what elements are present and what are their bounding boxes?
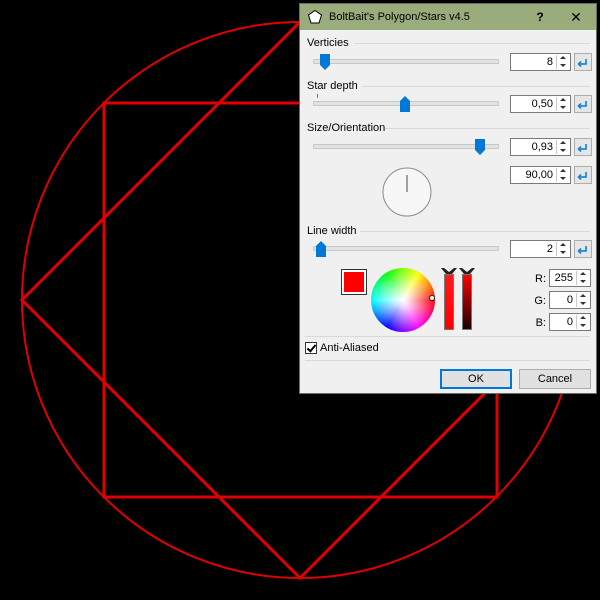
- blue-spinner[interactable]: [576, 315, 589, 329]
- line-width-value: 2: [546, 243, 553, 255]
- spin-up-icon[interactable]: [557, 168, 569, 175]
- saturation-bar[interactable]: [444, 274, 454, 330]
- star-depth-label: Star depth: [307, 80, 358, 92]
- line-width-label: Line width: [307, 225, 357, 237]
- anti-aliased-checkbox[interactable]: [305, 342, 317, 354]
- verticies-separator: [355, 43, 590, 44]
- red-input[interactable]: 255: [549, 269, 591, 287]
- spin-down-icon[interactable]: [557, 104, 569, 111]
- star-depth-input[interactable]: 0,50: [510, 95, 571, 113]
- primary-color-swatch[interactable]: [341, 269, 367, 295]
- blue-label: B:: [535, 317, 546, 329]
- size-slider-thumb[interactable]: [474, 139, 485, 155]
- help-button[interactable]: ?: [532, 7, 548, 27]
- verticies-label: Verticies: [307, 37, 349, 49]
- green-input[interactable]: 0: [549, 291, 591, 309]
- angle-value: 90,00: [525, 169, 553, 181]
- reset-arrow-icon: [577, 246, 587, 255]
- spin-up-icon[interactable]: [557, 97, 569, 104]
- line-width-spinner[interactable]: [556, 242, 569, 256]
- angle-spinner[interactable]: [556, 168, 569, 182]
- reset-arrow-icon: [577, 172, 587, 181]
- size-value: 0,93: [531, 141, 553, 153]
- ok-button[interactable]: OK: [440, 369, 512, 389]
- line-width-reset-button[interactable]: [574, 240, 592, 258]
- spin-down-icon[interactable]: [557, 62, 569, 69]
- size-reset-button[interactable]: [574, 138, 592, 156]
- angle-input[interactable]: 90,00: [510, 166, 571, 184]
- green-value: 0: [566, 294, 573, 306]
- reset-arrow-icon: [577, 59, 587, 68]
- spin-up-icon[interactable]: [577, 293, 589, 300]
- red-value: 255: [554, 272, 573, 284]
- polygon-stars-dialog: BoltBait's Polygon/Stars v4.5 ? ✕ Vertic…: [299, 3, 597, 394]
- spin-up-icon[interactable]: [557, 140, 569, 147]
- line-width-input[interactable]: 2: [510, 240, 571, 258]
- spin-down-icon[interactable]: [557, 147, 569, 154]
- verticies-value: 8: [546, 56, 553, 68]
- color-wheel-marker[interactable]: [429, 295, 435, 301]
- spin-down-icon[interactable]: [577, 278, 589, 285]
- size-spinner[interactable]: [556, 140, 569, 154]
- green-spinner[interactable]: [576, 293, 589, 307]
- spin-down-icon[interactable]: [557, 249, 569, 256]
- green-label: G:: [534, 295, 546, 307]
- spin-up-icon[interactable]: [557, 242, 569, 249]
- star-depth-value: 0,50: [531, 98, 553, 110]
- color-wheel[interactable]: [371, 268, 435, 332]
- size-orientation-separator: [385, 128, 590, 129]
- star-depth-tick: [317, 94, 318, 98]
- color-separator: [305, 336, 590, 337]
- size-slider-track[interactable]: [313, 144, 499, 149]
- anti-aliased-label[interactable]: Anti-Aliased: [320, 342, 379, 354]
- star-depth-separator: [362, 86, 590, 87]
- value-bar[interactable]: [462, 274, 472, 330]
- close-button[interactable]: ✕: [566, 7, 586, 27]
- spin-up-icon[interactable]: [557, 55, 569, 62]
- verticies-slider-track[interactable]: [313, 59, 499, 64]
- blue-input[interactable]: 0: [549, 313, 591, 331]
- angle-reset-button[interactable]: [574, 166, 592, 184]
- footer-separator: [305, 360, 590, 361]
- pentagon-icon: [307, 9, 323, 24]
- size-orientation-label: Size/Orientation: [307, 122, 386, 134]
- star-depth-spinner[interactable]: [556, 97, 569, 111]
- verticies-reset-button[interactable]: [574, 53, 592, 71]
- spin-down-icon[interactable]: [577, 322, 589, 329]
- orientation-dial[interactable]: [382, 167, 432, 217]
- star-depth-reset-button[interactable]: [574, 95, 592, 113]
- verticies-spinner[interactable]: [556, 55, 569, 69]
- verticies-input[interactable]: 8: [510, 53, 571, 71]
- red-label: R:: [535, 273, 546, 285]
- line-width-slider-track[interactable]: [313, 246, 499, 251]
- verticies-slider-thumb[interactable]: [319, 54, 330, 70]
- cancel-button[interactable]: Cancel: [519, 369, 591, 389]
- spin-down-icon[interactable]: [577, 300, 589, 307]
- spin-down-icon[interactable]: [557, 175, 569, 182]
- size-input[interactable]: 0,93: [510, 138, 571, 156]
- title-bar[interactable]: BoltBait's Polygon/Stars v4.5 ? ✕: [300, 4, 596, 30]
- star-depth-slider-thumb[interactable]: [400, 96, 410, 112]
- spin-up-icon[interactable]: [577, 315, 589, 322]
- reset-arrow-icon: [577, 144, 587, 153]
- reset-arrow-icon: [577, 101, 587, 110]
- line-width-separator: [360, 231, 590, 232]
- red-spinner[interactable]: [576, 271, 589, 285]
- spin-up-icon[interactable]: [577, 271, 589, 278]
- dialog-title: BoltBait's Polygon/Stars v4.5: [329, 11, 470, 23]
- blue-value: 0: [566, 316, 573, 328]
- line-width-slider-thumb[interactable]: [316, 241, 327, 257]
